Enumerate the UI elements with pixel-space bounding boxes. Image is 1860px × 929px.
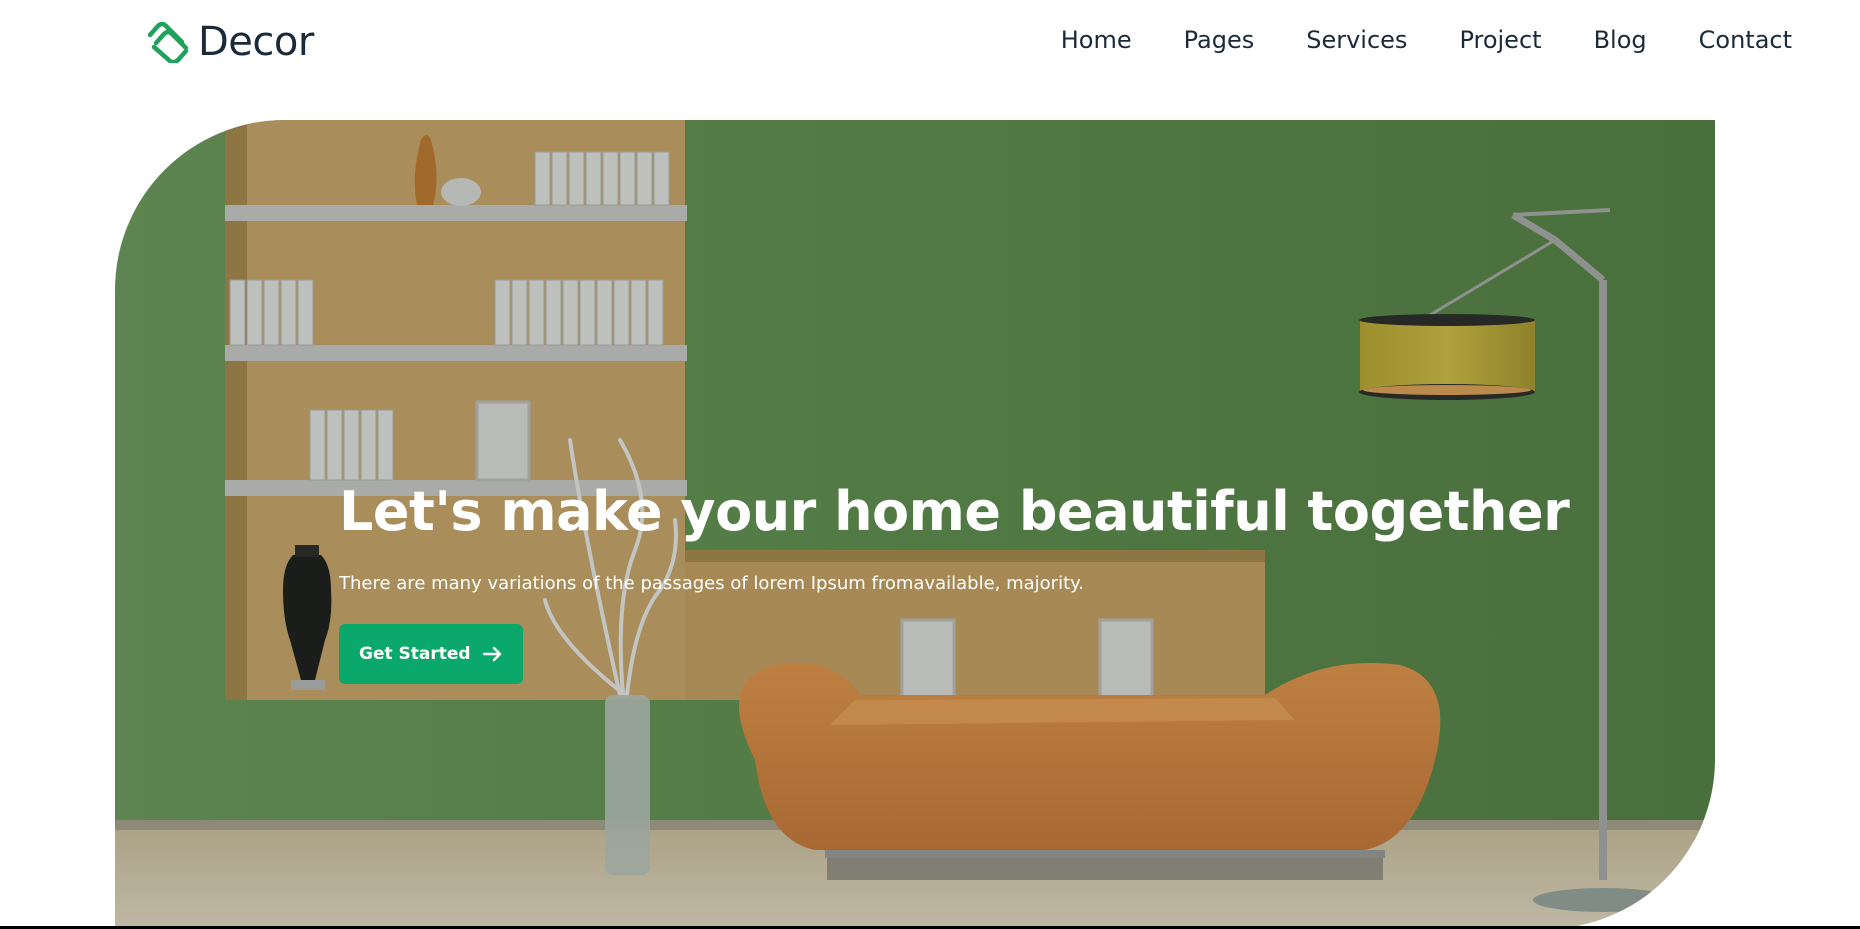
nav-item-project[interactable]: Project (1459, 22, 1541, 58)
hero-title: Let's make your home beautiful together (339, 480, 1570, 543)
get-started-button[interactable]: Get Started (339, 624, 523, 684)
brand-logo[interactable]: Decor (144, 16, 314, 68)
nav-item-services[interactable]: Services (1306, 22, 1407, 58)
brand-name: Decor (198, 19, 314, 65)
arrow-right-icon (482, 646, 501, 662)
nav-item-blog[interactable]: Blog (1594, 22, 1647, 58)
main-nav: Home Pages Services Project Blog Contact (1009, 22, 1792, 58)
hero-content: Let's make your home beautiful together … (339, 480, 1639, 684)
site-header: Decor Home Pages Services Project Blog C… (0, 0, 1860, 84)
hero-subtitle: There are many variations of the passage… (339, 573, 1084, 594)
nav-item-pages[interactable]: Pages (1184, 22, 1255, 58)
nav-item-contact[interactable]: Contact (1699, 22, 1792, 58)
hero-section: Let's make your home beautiful together … (115, 120, 1715, 929)
decor-logo-icon (147, 21, 189, 63)
get-started-label: Get Started (359, 644, 471, 664)
nav-item-home[interactable]: Home (1061, 22, 1132, 58)
